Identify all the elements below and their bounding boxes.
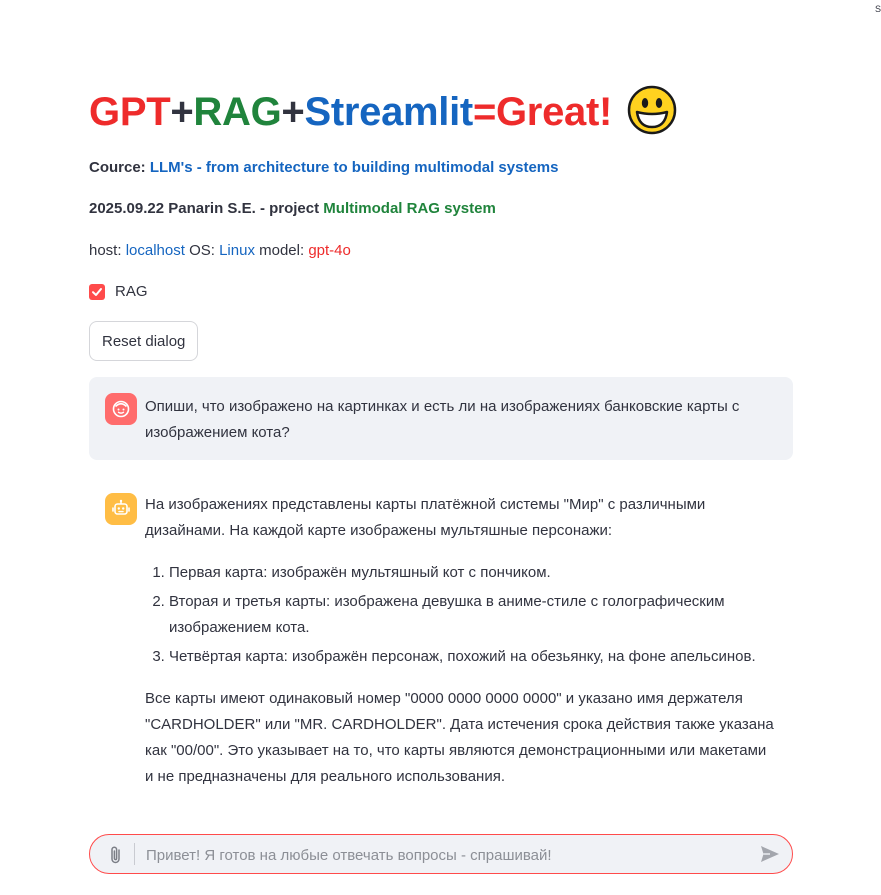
host-info-line: host: localhost OS: Linux model: gpt-4o bbox=[89, 242, 351, 259]
page-title: GPT+RAG+Streamlit=Great! bbox=[89, 84, 677, 140]
title-part-rag: RAG bbox=[193, 90, 282, 134]
reset-dialog-button[interactable]: Reset dialog bbox=[89, 321, 199, 361]
os-label: OS: bbox=[189, 242, 215, 259]
assistant-intro: На изображениях представлены карты платё… bbox=[145, 496, 706, 539]
course-line: Cource: LLM's - from architecture to bui… bbox=[89, 159, 558, 176]
corner-mark: S bbox=[875, 4, 881, 14]
assistant-outro: Все карты имеют одинаковый номер "0000 0… bbox=[145, 690, 774, 785]
project-link[interactable]: Multimodal RAG system bbox=[323, 200, 496, 217]
assistant-list: Первая карта: изображён мультяшный кот с… bbox=[145, 560, 775, 670]
list-item: Первая карта: изображён мультяшный кот с… bbox=[169, 560, 775, 586]
title-plus: + bbox=[170, 90, 194, 134]
input-divider bbox=[134, 843, 135, 865]
os-value: Linux bbox=[219, 242, 255, 259]
model-label: model: bbox=[259, 242, 305, 259]
streamlit-app: S GPT+RAG+Streamlit=Great! Cource: LLM's… bbox=[0, 0, 881, 895]
grinning-face-icon bbox=[627, 85, 677, 135]
paperclip-icon[interactable] bbox=[108, 845, 124, 865]
chat-input[interactable] bbox=[144, 835, 738, 875]
chat-input-bar bbox=[89, 834, 793, 875]
host-value: localhost bbox=[125, 242, 185, 259]
title-part-great: =Great! bbox=[472, 90, 613, 134]
chat-message-user: Опиши, что изображено на картинках и ест… bbox=[89, 377, 793, 460]
list-item: Вторая и третья карты: изображена девушк… bbox=[169, 589, 775, 641]
list-item: Четвёртая карта: изображён персонаж, пох… bbox=[169, 644, 775, 670]
send-icon[interactable] bbox=[760, 845, 780, 863]
checkmark-icon bbox=[92, 287, 102, 296]
project-line: 2025.09.22 Panarin S.E. - project Multim… bbox=[89, 200, 496, 217]
user-message-text: Опиши, что изображено на картинках и ест… bbox=[145, 398, 740, 441]
assistant-message-text: На изображениях представлены карты платё… bbox=[145, 492, 775, 790]
robot-icon bbox=[105, 493, 137, 525]
title-part-gpt: GPT bbox=[89, 90, 171, 134]
chat-message-assistant: На изображениях представлены карты платё… bbox=[89, 477, 793, 807]
title-plus: + bbox=[281, 90, 305, 134]
course-label: Cource: bbox=[89, 159, 146, 176]
rag-checkbox-label: RAG bbox=[115, 283, 148, 300]
course-link[interactable]: LLM's - from architecture to building mu… bbox=[150, 159, 559, 176]
model-value: gpt-4o bbox=[308, 242, 351, 259]
rag-checkbox-row[interactable]: RAG bbox=[89, 283, 148, 300]
project-text: 2025.09.22 Panarin S.E. - project bbox=[89, 200, 320, 217]
host-label: host: bbox=[89, 242, 122, 259]
user-face-icon bbox=[105, 393, 137, 425]
rag-checkbox[interactable] bbox=[89, 283, 105, 300]
title-part-streamlit: Streamlit bbox=[304, 90, 473, 134]
